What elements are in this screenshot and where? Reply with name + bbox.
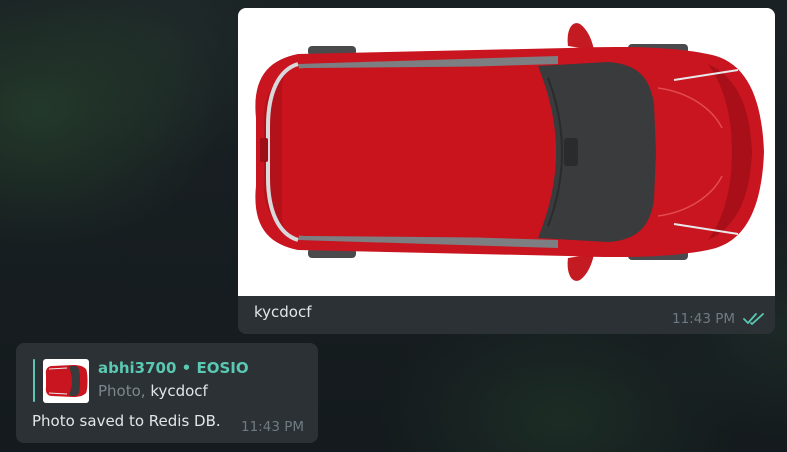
reply-accent-bar: [33, 359, 35, 402]
message-meta: 11:43 PM: [672, 311, 765, 327]
reply-kind: Photo,: [98, 382, 151, 400]
message-text: Photo saved to Redis DB.: [32, 412, 221, 430]
message-photo[interactable]: [238, 8, 775, 296]
message-time: 11:43 PM: [672, 311, 735, 327]
double-check-icon: [743, 313, 764, 325]
reply-photo-thumbnail[interactable]: [43, 359, 89, 403]
message-time: 11:43 PM: [241, 419, 304, 435]
reply-preview: Photo, kycdocf: [98, 382, 208, 400]
car-top-view-icon: [255, 23, 764, 281]
incoming-reply-message[interactable]: abhi3700 • EOSIO Photo, kycdocf Photo sa…: [16, 343, 318, 443]
reply-sender[interactable]: abhi3700 • EOSIO: [98, 359, 249, 377]
outgoing-photo-message[interactable]: kycdocf 11:43 PM: [238, 8, 775, 334]
photo-caption: kycdocf: [254, 303, 312, 321]
reply-text: kycdocf: [150, 382, 208, 400]
car-thumbnail-icon: [45, 365, 88, 397]
